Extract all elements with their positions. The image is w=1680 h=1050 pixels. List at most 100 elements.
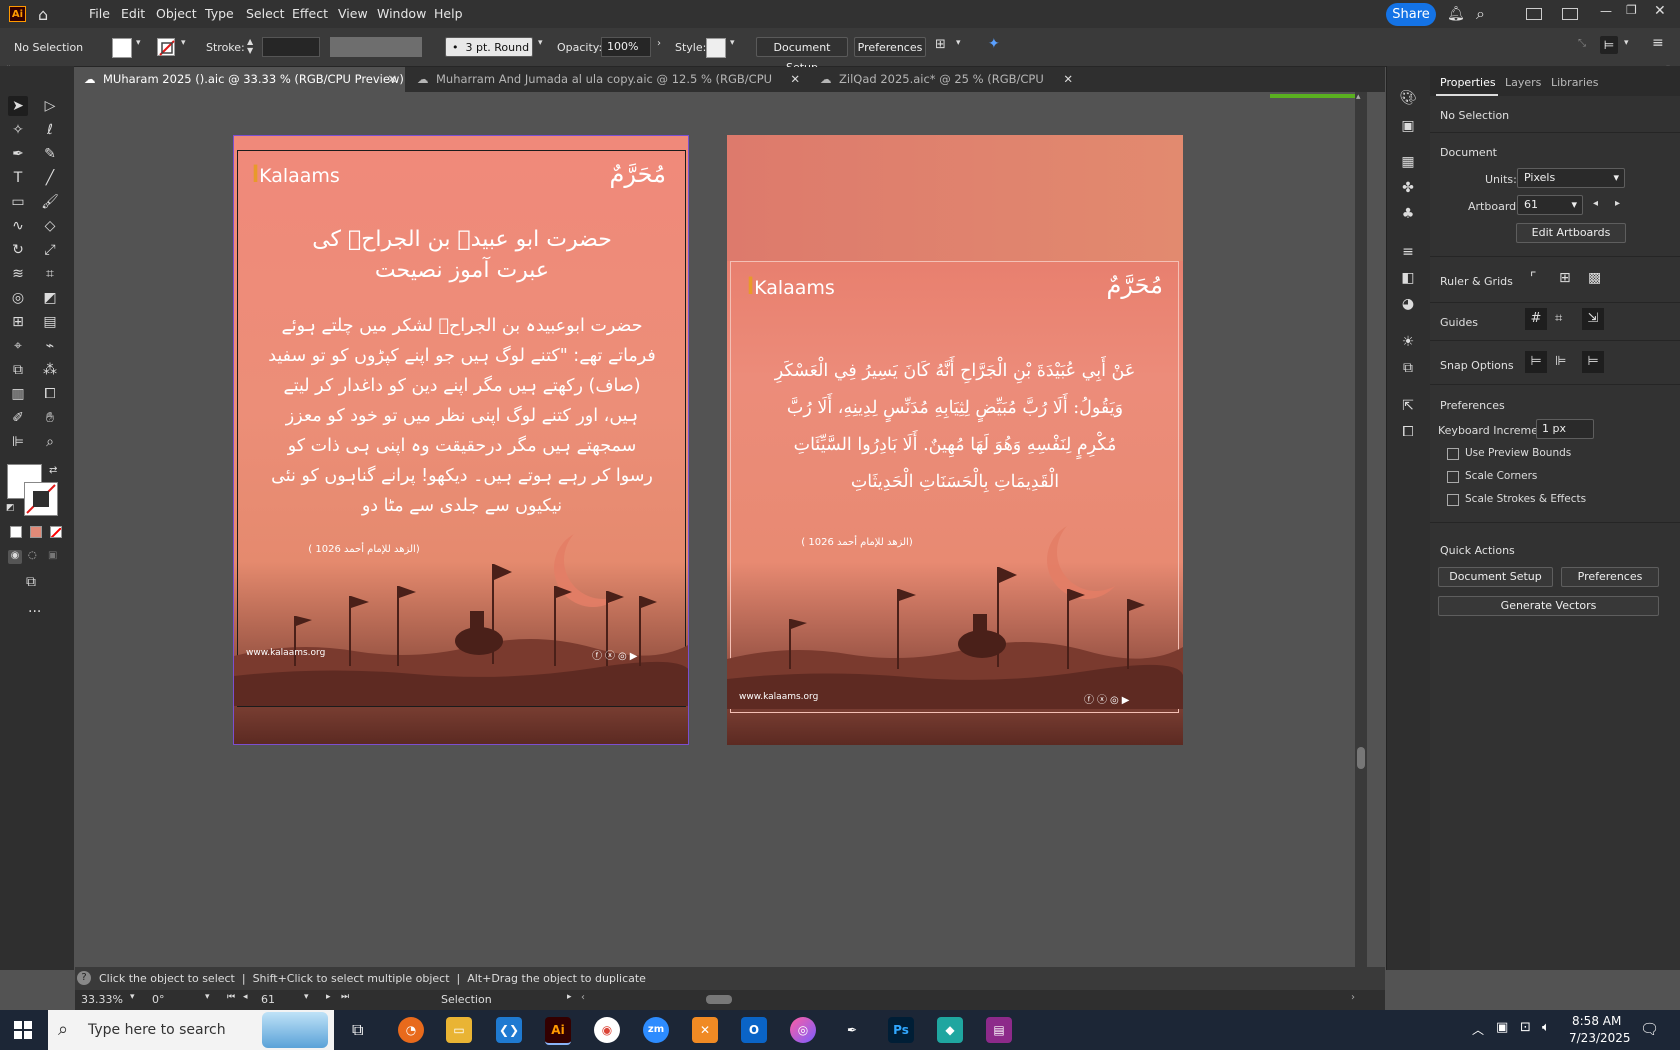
selection-tool-icon[interactable]: ➤ [8, 96, 28, 116]
close-icon[interactable]: ✕ [387, 67, 397, 92]
chevron-down-icon[interactable]: ▾ [730, 38, 735, 48]
search-icon[interactable]: ⌕ [1476, 4, 1485, 24]
tray-app-icon[interactable]: ▣ [1496, 1020, 1508, 1035]
chevron-down-icon[interactable]: ▾ [130, 992, 135, 1002]
document-setup-button[interactable]: Document Setup [756, 37, 848, 74]
menu-window[interactable]: Window [377, 6, 426, 21]
generate-vectors-button[interactable]: Generate Vectors [1438, 596, 1659, 616]
arrange-documents-icon[interactable] [1526, 8, 1542, 20]
gradient-mode-icon[interactable] [30, 526, 42, 538]
chevron-down-icon[interactable]: ▾ [538, 38, 543, 48]
photoshop-icon[interactable]: Ps [888, 1017, 914, 1043]
artboard-number-field[interactable]: 61 [261, 993, 275, 1006]
hand-tool-icon[interactable]: ✋︎ [40, 408, 60, 428]
color-mode-icon[interactable] [10, 526, 22, 538]
scroll-left-icon[interactable]: ‹ [581, 992, 585, 1003]
pen-tool-icon[interactable]: ✒ [8, 144, 28, 164]
graphic-styles-icon[interactable]: ⧉ [1398, 358, 1418, 378]
shaper-tool-icon[interactable]: ∿ [8, 216, 28, 236]
menu-object[interactable]: Object [156, 6, 197, 21]
zoom-field[interactable]: 33.33% [81, 993, 123, 1006]
brushes-icon[interactable]: ✤ [1398, 178, 1418, 198]
vertical-scrollbar[interactable]: ▴ ▾ [1355, 92, 1367, 967]
edit-artboards-button[interactable]: Edit Artboards [1516, 223, 1626, 243]
last-artboard-icon[interactable]: ⏭ [341, 992, 349, 1002]
fill-swatch[interactable] [112, 38, 132, 58]
menu-help[interactable]: Help [434, 6, 463, 21]
artboard-tool-icon[interactable]: ⧠ [40, 384, 60, 404]
brush-definition-dropdown[interactable]: • 3 pt. Round [445, 37, 533, 57]
line-tool-icon[interactable]: ╱ [40, 168, 60, 188]
home-icon[interactable]: ⌂ [38, 5, 48, 24]
smart-guides-icon[interactable]: ⇲ [1582, 308, 1604, 330]
use-preview-bounds-checkbox[interactable] [1447, 448, 1459, 460]
creative-cloud-icon[interactable]: ◎ [790, 1017, 816, 1043]
menu-type[interactable]: Type [205, 6, 234, 21]
export-icon[interactable]: ⇱ [1398, 396, 1418, 416]
close-icon[interactable]: ✕ [1063, 67, 1073, 92]
next-artboard-icon[interactable]: ▸ [326, 992, 331, 1002]
eraser-tool-icon[interactable]: ◇ [40, 216, 60, 236]
clock-date[interactable]: 7/23/2025 [1569, 1031, 1631, 1045]
stroke-stepper-icon[interactable]: ▲ ▼ [247, 37, 253, 55]
show-guides-icon[interactable]: # [1525, 308, 1547, 330]
mesh-tool-icon[interactable]: ⊞ [8, 312, 28, 332]
measure-tool-icon[interactable]: ⌁ [40, 336, 60, 356]
clock-time[interactable]: 8:58 AM [1572, 1014, 1621, 1028]
draw-behind-icon[interactable]: ◌ [28, 550, 37, 561]
scale-tool-icon[interactable]: ⤢ [40, 240, 60, 260]
libraries-icon[interactable]: ▣ [1398, 116, 1418, 136]
horizontal-scroll-thumb[interactable] [706, 995, 732, 1004]
horizontal-scrollbar[interactable]: ‹ › [581, 992, 1361, 1006]
column-graph-tool-icon[interactable]: ▥ [8, 384, 28, 404]
chevron-down-icon[interactable]: ▾ [205, 992, 210, 1002]
notifications-icon[interactable]: 🗨︎ [1640, 1020, 1659, 1038]
shape-builder-tool-icon[interactable]: ◎ [8, 288, 28, 308]
status-menu-icon[interactable]: ▸ [567, 992, 572, 1002]
transparency-icon[interactable]: ◕ [1398, 294, 1418, 314]
recolor-icon[interactable]: ✦ [988, 36, 1000, 52]
artboard-urdu[interactable]: ꟾKalaams مُحَرَّمٌ حضرت ابو عبیدہ بن الج… [233, 135, 689, 745]
print-tiling-tool-icon[interactable]: ⊫ [8, 432, 28, 452]
prev-artboard-icon[interactable]: ◂ [243, 992, 248, 1002]
symbols-icon[interactable]: ♣ [1398, 204, 1418, 224]
artboard-arabic[interactable]: ꟾKalaams مُحَرَّمٌ عَنْ أَبِي عُبَيْدَةَ… [727, 135, 1183, 745]
grid-icon[interactable]: ⊞ [1559, 270, 1571, 286]
align-icon[interactable]: ⊞ [935, 37, 946, 52]
chevron-right-icon[interactable]: › [657, 38, 661, 49]
chevron-down-icon[interactable]: ▾ [136, 38, 141, 48]
workspace-icon[interactable] [1562, 8, 1578, 20]
swatches-icon[interactable]: ▦ [1398, 152, 1418, 172]
quick-preferences-button[interactable]: Preferences [1561, 567, 1659, 587]
keyboard-increment-input[interactable]: 1 px [1536, 419, 1594, 439]
panel-menu-icon[interactable]: ≡ [1652, 35, 1664, 51]
opacity-input[interactable]: 100% [601, 37, 651, 57]
scale-strokes-checkbox[interactable] [1447, 494, 1459, 506]
direct-selection-tool-icon[interactable]: ▷ [40, 96, 60, 116]
none-mode-icon[interactable] [50, 526, 62, 538]
lock-guides-icon[interactable]: ⌗ [1555, 311, 1562, 326]
lasso-tool-icon[interactable]: ℓ [40, 120, 60, 140]
preferences-button[interactable]: Preferences [854, 37, 926, 57]
appearance-icon[interactable]: ☀ [1398, 332, 1418, 352]
rotation-field[interactable]: 0° [152, 993, 165, 1006]
canvas-area[interactable]: ꟾKalaams مُحَرَّمٌ حضرت ابو عبیدہ بن الج… [75, 92, 1367, 967]
scroll-right-icon[interactable]: › [1351, 992, 1355, 1003]
share-button[interactable]: Share [1386, 3, 1436, 26]
snap-to-pixel-icon[interactable]: ⊫ [1555, 354, 1566, 369]
tab-muharam-2025[interactable]: ☁ MUharam 2025 ().aic @ 33.33 % (RGB/CPU… [75, 67, 405, 92]
snap-to-glyph-icon[interactable]: ⊨ [1582, 351, 1604, 373]
slice-tool-icon[interactable]: ✐ [8, 408, 28, 428]
transparency-grid-icon[interactable]: ▩ [1588, 270, 1601, 286]
free-transform-tool-icon[interactable]: ⌗ [40, 264, 60, 284]
tab-zilqad-2025[interactable]: ☁ ZilQad 2025.aic* @ 25 % (RGB/CPU Previ… [811, 67, 1081, 111]
first-artboard-icon[interactable]: ⏮ [227, 992, 235, 1002]
vscode-icon[interactable]: ❮❯ [496, 1017, 522, 1043]
snap-to-point-icon[interactable]: ⊨ [1525, 351, 1547, 373]
vertical-scroll-thumb[interactable] [1357, 747, 1365, 769]
xampp-icon[interactable]: ✕ [692, 1017, 718, 1043]
illustrator-taskbar-icon[interactable]: Ai [545, 1017, 571, 1045]
magic-wand-tool-icon[interactable]: ✧ [8, 120, 28, 140]
gradient-panel-icon[interactable]: ◧ [1398, 268, 1418, 288]
chrome-icon[interactable]: ◉ [594, 1017, 620, 1043]
